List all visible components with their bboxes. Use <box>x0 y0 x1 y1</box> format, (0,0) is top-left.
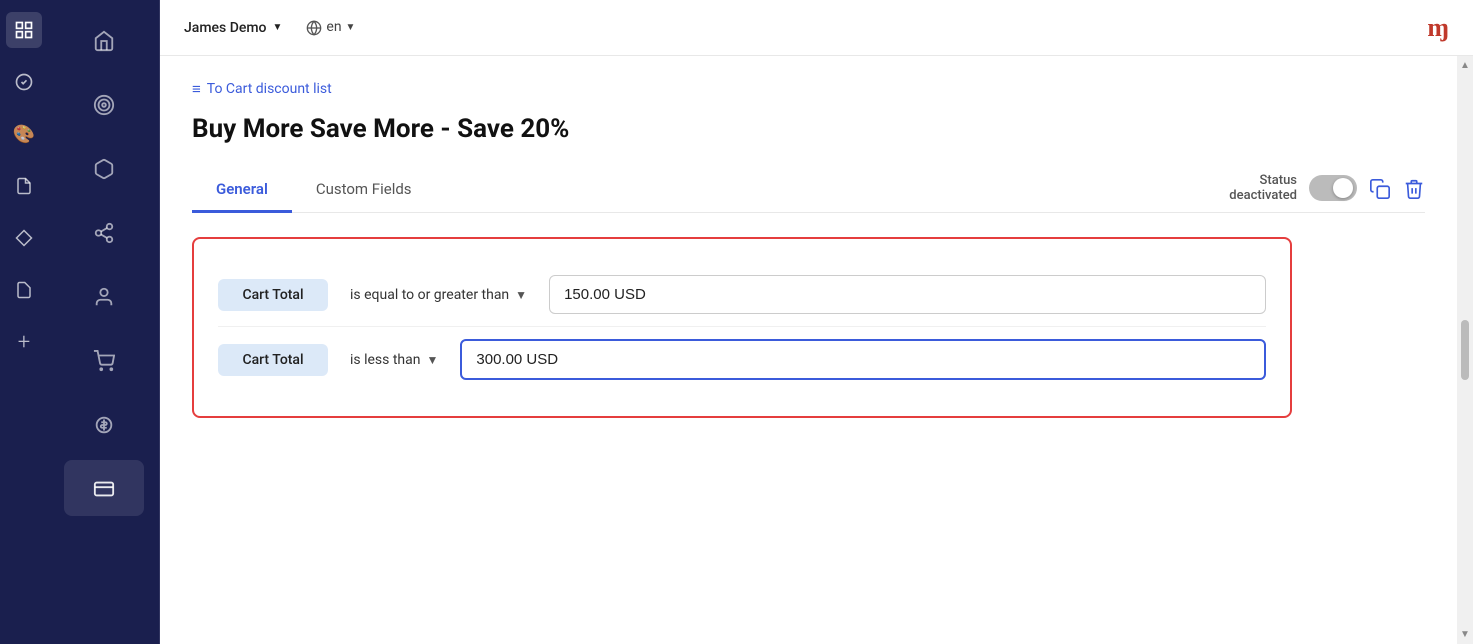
card-nav[interactable] <box>64 460 144 516</box>
status-area: Status deactivated <box>1229 173 1425 207</box>
main-sidebar <box>48 0 160 644</box>
coins-nav[interactable] <box>64 396 144 452</box>
lang-menu[interactable]: en ▼ <box>306 19 355 35</box>
coins-icon <box>93 412 115 437</box>
card-icon <box>93 476 115 501</box>
operator-text-1: is equal to or greater than <box>350 287 509 303</box>
user-chevron-icon: ▼ <box>272 22 282 33</box>
cube-nav[interactable] <box>64 140 144 196</box>
tabs: General Custom Fields <box>192 168 1229 212</box>
condition-row-1: Cart Total is equal to or greater than ▼ <box>218 263 1266 326</box>
scroll-thumb[interactable] <box>1461 320 1469 380</box>
grid-icon[interactable] <box>6 12 42 48</box>
copy-icon[interactable] <box>1369 176 1391 201</box>
action-icons <box>1369 176 1425 201</box>
lang-label: en <box>326 19 341 35</box>
operator-text-2: is less than <box>350 352 421 368</box>
document-icon[interactable] <box>6 168 42 204</box>
tab-custom-fields[interactable]: Custom Fields <box>292 168 436 213</box>
scroll-down-icon[interactable]: ▼ <box>1460 629 1470 640</box>
condition-field-1: Cart Total <box>218 279 328 311</box>
diamond-icon[interactable] <box>6 220 42 256</box>
condition-operator-1[interactable]: is equal to or greater than ▼ <box>340 279 537 311</box>
doc2-icon[interactable] <box>6 272 42 308</box>
condition-section: Cart Total is equal to or greater than ▼… <box>192 237 1292 418</box>
content-area: ≡ To Cart discount list Buy More Save Mo… <box>160 56 1473 644</box>
tab-status-row: General Custom Fields Status deactivated <box>192 168 1425 213</box>
globe-icon <box>306 19 322 35</box>
condition-value-1[interactable] <box>549 275 1266 314</box>
home-nav[interactable] <box>64 12 144 68</box>
page-body: ≡ To Cart discount list Buy More Save Mo… <box>160 56 1457 644</box>
plus-icon[interactable]: + <box>6 324 42 360</box>
scroll-up-icon[interactable]: ▲ <box>1460 60 1470 71</box>
narrow-sidebar: 🎨 + <box>0 0 48 644</box>
scrollbar: ▲ ▼ <box>1457 56 1473 644</box>
condition-value-2[interactable] <box>460 339 1266 380</box>
user-name: James Demo <box>184 20 266 36</box>
cart-nav[interactable] <box>64 332 144 388</box>
person-nav[interactable] <box>64 268 144 324</box>
status-toggle[interactable] <box>1309 175 1357 201</box>
target-nav[interactable] <box>64 76 144 132</box>
main-content: James Demo ▼ en ▼ ɱ ≡ To Cart discount l… <box>160 0 1473 644</box>
target-icon <box>93 92 115 117</box>
operator-chevron-1: ▼ <box>515 288 527 302</box>
flow-nav[interactable] <box>64 204 144 260</box>
home-icon <box>93 28 115 53</box>
page-title: Buy More Save More - Save 20% <box>192 114 1425 144</box>
cube-icon <box>93 156 115 181</box>
operator-chevron-2: ▼ <box>427 353 439 367</box>
condition-field-2: Cart Total <box>218 344 328 376</box>
person-icon <box>93 284 115 309</box>
tab-general[interactable]: General <box>192 168 292 213</box>
condition-operator-2[interactable]: is less than ▼ <box>340 344 448 376</box>
lang-chevron-icon: ▼ <box>346 22 356 33</box>
breadcrumb-label: To Cart discount list <box>207 81 332 97</box>
badge-icon[interactable] <box>6 64 42 100</box>
delete-icon[interactable] <box>1403 176 1425 201</box>
palette-icon[interactable]: 🎨 <box>6 116 42 152</box>
breadcrumb[interactable]: ≡ To Cart discount list <box>192 80 1425 98</box>
logo: ɱ <box>1427 13 1449 43</box>
status-label: Status deactivated <box>1229 173 1297 203</box>
condition-row-2: Cart Total is less than ▼ <box>218 326 1266 392</box>
topbar: James Demo ▼ en ▼ ɱ <box>160 0 1473 56</box>
flow-icon <box>93 220 115 245</box>
breadcrumb-list-icon: ≡ <box>192 80 201 98</box>
cart-icon <box>93 348 115 373</box>
user-menu[interactable]: James Demo ▼ <box>184 20 282 36</box>
